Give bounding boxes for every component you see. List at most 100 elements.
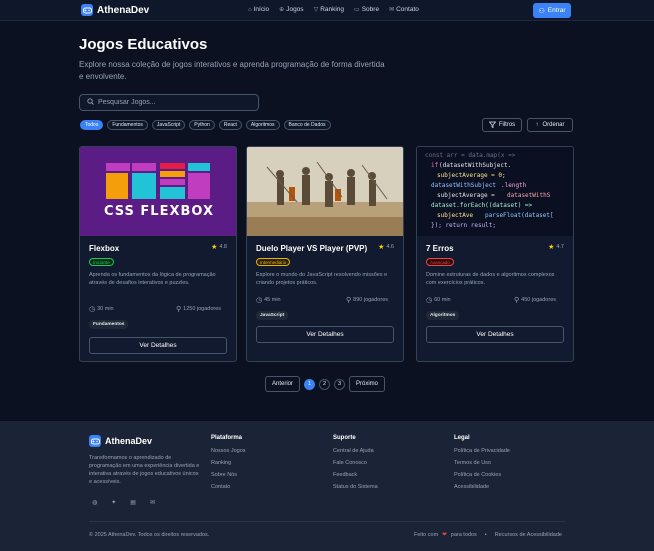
- footer-description: Transformamos o aprendizado de programaç…: [89, 455, 200, 485]
- book-icon: ▭: [354, 7, 360, 13]
- game-rating: ★ 4.8: [211, 243, 227, 251]
- category-chips: Todos Fundamentos JavaScript Python Reac…: [80, 120, 331, 130]
- footer-brand-name: AthenaDev: [105, 436, 153, 446]
- game-players: ⚲ 890 jogadores: [346, 296, 388, 304]
- footer-link[interactable]: Feedback: [333, 472, 378, 478]
- next-page-button[interactable]: Próximo: [349, 376, 386, 392]
- gamepad-logo-icon: [81, 4, 93, 16]
- nav-label: Contato: [396, 6, 419, 13]
- footer-link[interactable]: Ranking: [211, 460, 246, 466]
- game-description: Explore o mundo do JavaScript resolvendo…: [256, 272, 388, 286]
- footer-col-title: Suporte: [333, 435, 356, 441]
- prev-page-button[interactable]: Anterior: [265, 376, 301, 392]
- level-badge: Intermediário: [256, 258, 291, 266]
- duration-value: 45 min: [264, 297, 281, 303]
- details-button[interactable]: Ver Detalhes: [256, 326, 394, 343]
- github-icon[interactable]: ◍: [92, 499, 97, 506]
- rating-value: 4.6: [386, 244, 394, 250]
- linkedin-icon[interactable]: ▤: [130, 499, 136, 506]
- page-2-button[interactable]: 2: [319, 378, 331, 390]
- nav-sobre[interactable]: ▭ Sobre: [354, 6, 379, 13]
- top-navbar: AthenaDev ⌂ Início ⊕ Jogos ▽ Ranking ▭ Sobre…: [0, 0, 654, 21]
- footer-bottom-right: Feito com ❤ para todos • Recursos de Ace…: [414, 532, 562, 538]
- star-icon: ★: [211, 244, 218, 251]
- bullet-separator: •: [484, 532, 487, 538]
- nav-label: Ranking: [320, 6, 345, 13]
- details-button[interactable]: Ver Detalhes: [426, 326, 564, 343]
- nav-ranking[interactable]: ▽ Ranking: [314, 6, 344, 13]
- main-nav: ⌂ Início ⊕ Jogos ▽ Ranking ▭ Sobre ✉ Contato: [248, 6, 419, 13]
- svg-text:const arr = data.map(x =>: const arr = data.map(x =>: [425, 152, 516, 159]
- user-icon: ⚲: [346, 297, 352, 304]
- nav-contato[interactable]: ✉ Contato: [389, 6, 419, 13]
- mail-icon[interactable]: ✉: [150, 499, 155, 506]
- chip-react[interactable]: React: [218, 120, 242, 130]
- svg-text:.length: .length: [501, 182, 527, 189]
- nav-label: Sobre: [361, 6, 380, 13]
- footer-brand[interactable]: AthenaDev: [89, 435, 152, 447]
- clock-icon: ◷: [89, 306, 96, 313]
- nav-label: Jogos: [286, 6, 304, 13]
- level-badge: Iniciante: [89, 258, 114, 266]
- game-tag: JavaScript: [256, 311, 289, 320]
- details-button[interactable]: Ver Detalhes: [89, 337, 227, 354]
- footer-link[interactable]: Central de Ajuda: [333, 448, 378, 454]
- svg-text:subjectAve: subjectAve: [437, 212, 474, 219]
- svg-text:subjectAverage =: subjectAverage =: [437, 192, 495, 199]
- pagination: Anterior 1 2 3 Próximo: [265, 376, 386, 392]
- level-badge: Avançado: [426, 258, 454, 266]
- game-description: Aprenda os fundamentos da lógica de prog…: [89, 272, 216, 286]
- game-rating: ★ 4.7: [548, 243, 564, 251]
- nav-jogos[interactable]: ⊕ Jogos: [279, 6, 303, 13]
- filters-button[interactable]: Filtros: [482, 118, 522, 132]
- user-plus-icon: ⚇: [538, 7, 545, 15]
- search-box[interactable]: [79, 94, 259, 111]
- footer-link[interactable]: Contato: [211, 484, 246, 490]
- footer-link[interactable]: Nossos Jogos: [211, 448, 246, 454]
- gamepad-icon: ⊕: [279, 7, 285, 13]
- twitter-icon[interactable]: ✦: [111, 499, 116, 506]
- footer-link[interactable]: Sobre Nós: [211, 472, 246, 478]
- footer-link[interactable]: Status do Sistema: [333, 484, 378, 490]
- mail-icon: ✉: [389, 7, 395, 13]
- game-card-flexbox: CSS FLEXBOX Flexbox ★ 4.8 Iniciante Apren…: [79, 146, 237, 362]
- enter-label: Entrar: [547, 7, 566, 14]
- footer-link[interactable]: Acessibilidade: [454, 484, 510, 490]
- star-icon: ★: [548, 244, 555, 251]
- page-3-button[interactable]: 3: [334, 378, 346, 390]
- chip-fundamentos[interactable]: Fundamentos: [107, 120, 148, 130]
- brand-logo[interactable]: AthenaDev: [81, 4, 149, 16]
- footer-col-plataforma: Plataforma Nossos Jogos Ranking Sobre Nó…: [211, 435, 246, 496]
- footer-link[interactable]: Fale Conosco: [333, 460, 378, 466]
- gamepad-logo-icon: [89, 435, 101, 447]
- footer-col-title: Legal: [454, 435, 470, 441]
- game-players: ⚲ 1250 jogadores: [176, 305, 221, 313]
- game-duration: ◷ 60 min: [426, 296, 451, 304]
- game-title: 7 Erros: [426, 244, 454, 253]
- search-input[interactable]: [98, 99, 248, 106]
- chip-javascript[interactable]: JavaScript: [151, 120, 186, 130]
- game-tag: Algoritmos: [426, 311, 460, 320]
- rating-value: 4.7: [556, 244, 564, 250]
- search-icon: [87, 98, 94, 107]
- nav-inicio[interactable]: ⌂ Início: [248, 6, 269, 13]
- user-icon: ⚲: [176, 306, 182, 313]
- svg-text:datasetWithS: datasetWithS: [507, 192, 551, 199]
- game-thumbnail: const arr = data.map(x => if (datasetWith…: [417, 147, 573, 236]
- footer-link[interactable]: Termos de Uso: [454, 460, 510, 466]
- accessibility-link[interactable]: Recursos de Acessibilidade: [495, 532, 562, 538]
- sort-button[interactable]: ↑ Ordenar: [527, 118, 573, 132]
- footer-link[interactable]: Política de Cookies: [454, 472, 510, 478]
- chip-python[interactable]: Python: [189, 120, 215, 130]
- chip-banco-de-dados[interactable]: Banco de Dados: [283, 120, 331, 130]
- site-footer: AthenaDev Transformamos o aprendizado de…: [0, 421, 654, 551]
- enter-button[interactable]: ⚇ Entrar: [533, 3, 571, 18]
- players-value: 450 jogadores: [521, 297, 557, 303]
- game-thumbnail: CSS FLEXBOX: [80, 147, 236, 236]
- footer-link[interactable]: Política de Privacidade: [454, 448, 510, 454]
- copyright: © 2025 AthenaDev. Todos os direitos rese…: [89, 532, 210, 538]
- chip-todos[interactable]: Todos: [80, 120, 104, 130]
- page-1-button[interactable]: 1: [304, 378, 316, 390]
- chip-algoritmos[interactable]: Algoritmos: [245, 120, 280, 130]
- game-duration: ◷ 45 min: [256, 296, 281, 304]
